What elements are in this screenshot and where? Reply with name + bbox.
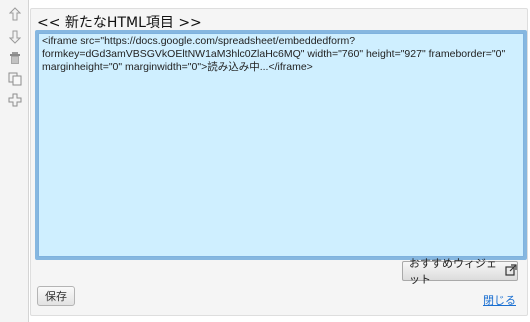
html-item-panel: << 新たなHTML項目 >> おすすめウィジェット 保存 閉じる	[30, 8, 528, 316]
recommended-widget-label: おすすめウィジェット	[409, 257, 497, 286]
external-link-icon	[505, 263, 517, 279]
item-toolbar	[0, 0, 29, 322]
close-link[interactable]: 閉じる	[483, 292, 516, 308]
arrow-up-icon[interactable]	[8, 6, 22, 22]
copy-icon[interactable]	[8, 71, 22, 87]
page: << 新たなHTML項目 >> おすすめウィジェット 保存 閉じる	[0, 0, 530, 322]
recommended-widget-button[interactable]: おすすめウィジェット	[402, 257, 518, 286]
panel-title: << 新たなHTML項目 >>	[37, 15, 202, 31]
add-icon[interactable]	[8, 92, 22, 108]
html-code-editor[interactable]	[35, 30, 527, 260]
trash-icon[interactable]	[8, 50, 22, 66]
arrow-down-icon[interactable]	[8, 29, 22, 45]
save-button[interactable]: 保存	[37, 286, 75, 306]
